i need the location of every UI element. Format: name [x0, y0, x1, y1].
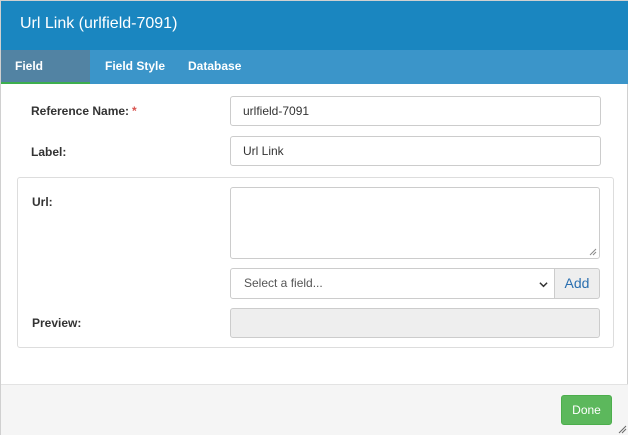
dialog-title: Url Link (urlfield-7091): [20, 15, 178, 32]
tab-field-style[interactable]: Field Style: [91, 50, 179, 84]
preview-label: Preview:: [32, 316, 82, 330]
url-label: Url:: [32, 195, 53, 209]
add-button[interactable]: Add: [554, 268, 600, 299]
field-select[interactable]: Select a field...: [230, 268, 555, 299]
tab-field-config[interactable]: Field Config: [1, 50, 90, 106]
preview-field: [230, 308, 600, 338]
reference-name-label: Reference Name: *: [31, 104, 137, 118]
done-button[interactable]: Done: [561, 395, 612, 425]
tab-database[interactable]: Database: [174, 50, 255, 84]
tab-bar: Field Config Field Style Database: [1, 50, 628, 106]
chevron-down-icon: [539, 282, 548, 288]
field-select-placeholder: Select a field...: [244, 276, 323, 290]
dialog-resize-icon[interactable]: [617, 424, 627, 434]
url-textarea[interactable]: [230, 187, 600, 259]
required-marker: *: [132, 104, 137, 118]
reference-name-input[interactable]: urlfield-7091: [230, 96, 601, 126]
resize-grip-icon[interactable]: [589, 248, 597, 256]
dialog-footer: Done: [1, 384, 628, 435]
url-link-dialog: Url Link (urlfield-7091) Field Config Fi…: [0, 0, 628, 435]
reference-name-label-text: Reference Name:: [31, 104, 130, 118]
label-input[interactable]: Url Link: [230, 136, 601, 166]
label-field-label: Label:: [31, 145, 67, 159]
dialog-title-bar[interactable]: Url Link (urlfield-7091): [1, 1, 628, 50]
